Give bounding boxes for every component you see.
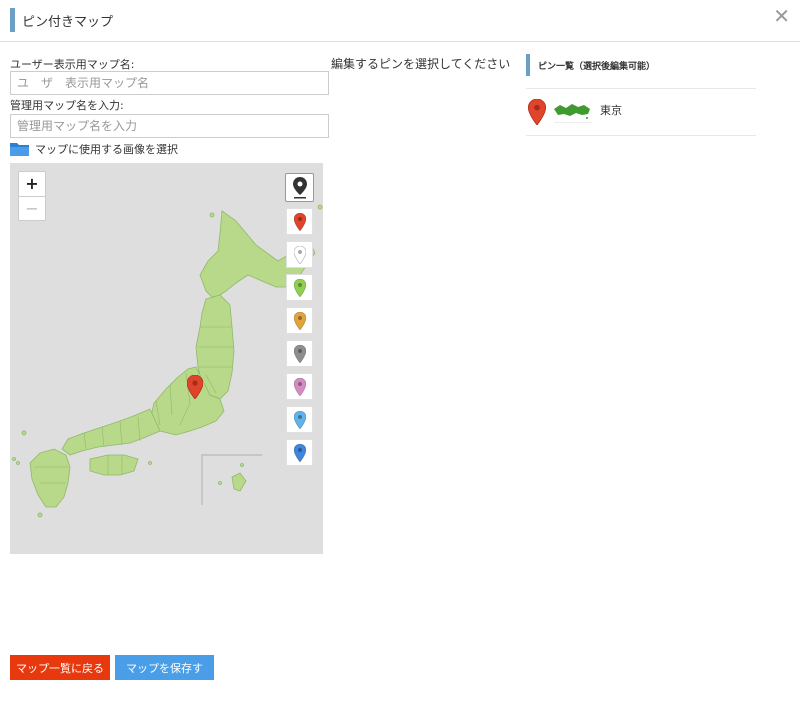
pin-list-item[interactable]: 東京 — [526, 92, 756, 136]
lightblue-pin-icon — [293, 410, 306, 429]
tokyo-region-thumbnail — [554, 104, 592, 123]
pin-color-blue[interactable] — [286, 439, 313, 466]
marker-tool-icon — [292, 176, 307, 198]
select-image-link[interactable]: マップに使用する画像を選択 — [10, 141, 178, 157]
save-map-button[interactable]: マップを保存する — [115, 655, 214, 700]
zoom-control: + − — [18, 171, 46, 221]
user-map-name-input[interactable] — [10, 71, 329, 95]
green-pin-icon — [293, 278, 306, 297]
pin-color-lightblue[interactable] — [286, 406, 313, 433]
pin-color-green[interactable] — [286, 274, 313, 301]
japan-map — [12, 204, 323, 518]
map-canvas[interactable]: + − — [10, 163, 323, 554]
pin-color-red[interactable] — [286, 208, 313, 235]
title-accent-bar — [10, 8, 15, 32]
pin-list-title: ピン一覧（選択後編集可能） — [538, 62, 656, 72]
page-title: ピン付きマップ — [22, 15, 114, 30]
pin-palette — [285, 173, 314, 472]
admin-map-name-input[interactable] — [10, 114, 329, 138]
placed-pin-icon[interactable] — [187, 375, 203, 399]
pin-list-accent-bar — [526, 54, 530, 76]
map-pin-icon — [528, 99, 546, 125]
pink-pin-icon — [293, 377, 306, 396]
admin-map-name-label: 管理用マップ名を入力: — [10, 99, 124, 112]
pin-color-white[interactable] — [286, 241, 313, 268]
back-to-map-list-button[interactable]: マップ一覧に戻る — [10, 655, 110, 680]
gray-pin-icon — [293, 344, 306, 363]
orange-pin-icon — [293, 311, 306, 330]
select-image-label: マップに使用する画像を選択 — [35, 143, 178, 156]
pin-list-header: ピン一覧（選択後編集可能） — [526, 54, 756, 89]
blue-pin-icon — [293, 443, 306, 462]
pin-color-pink[interactable] — [286, 373, 313, 400]
title-bar: ピン付きマップ ✕ — [0, 0, 800, 42]
red-pin-icon — [293, 212, 306, 231]
folder-icon — [10, 143, 29, 156]
zoom-in-button[interactable]: + — [19, 172, 45, 197]
pin-color-gray[interactable] — [286, 340, 313, 367]
pin-color-orange[interactable] — [286, 307, 313, 334]
pin-tool-button[interactable] — [285, 173, 314, 202]
pin-list-item-name: 東京 — [600, 104, 622, 117]
user-map-name-label: ユーザー表示用マップ名: — [10, 58, 135, 71]
white-pin-icon — [293, 245, 306, 264]
close-icon[interactable]: ✕ — [773, 4, 790, 28]
editor-message: 編集するピンを選択してください — [331, 57, 511, 71]
zoom-out-button[interactable]: − — [19, 197, 45, 221]
